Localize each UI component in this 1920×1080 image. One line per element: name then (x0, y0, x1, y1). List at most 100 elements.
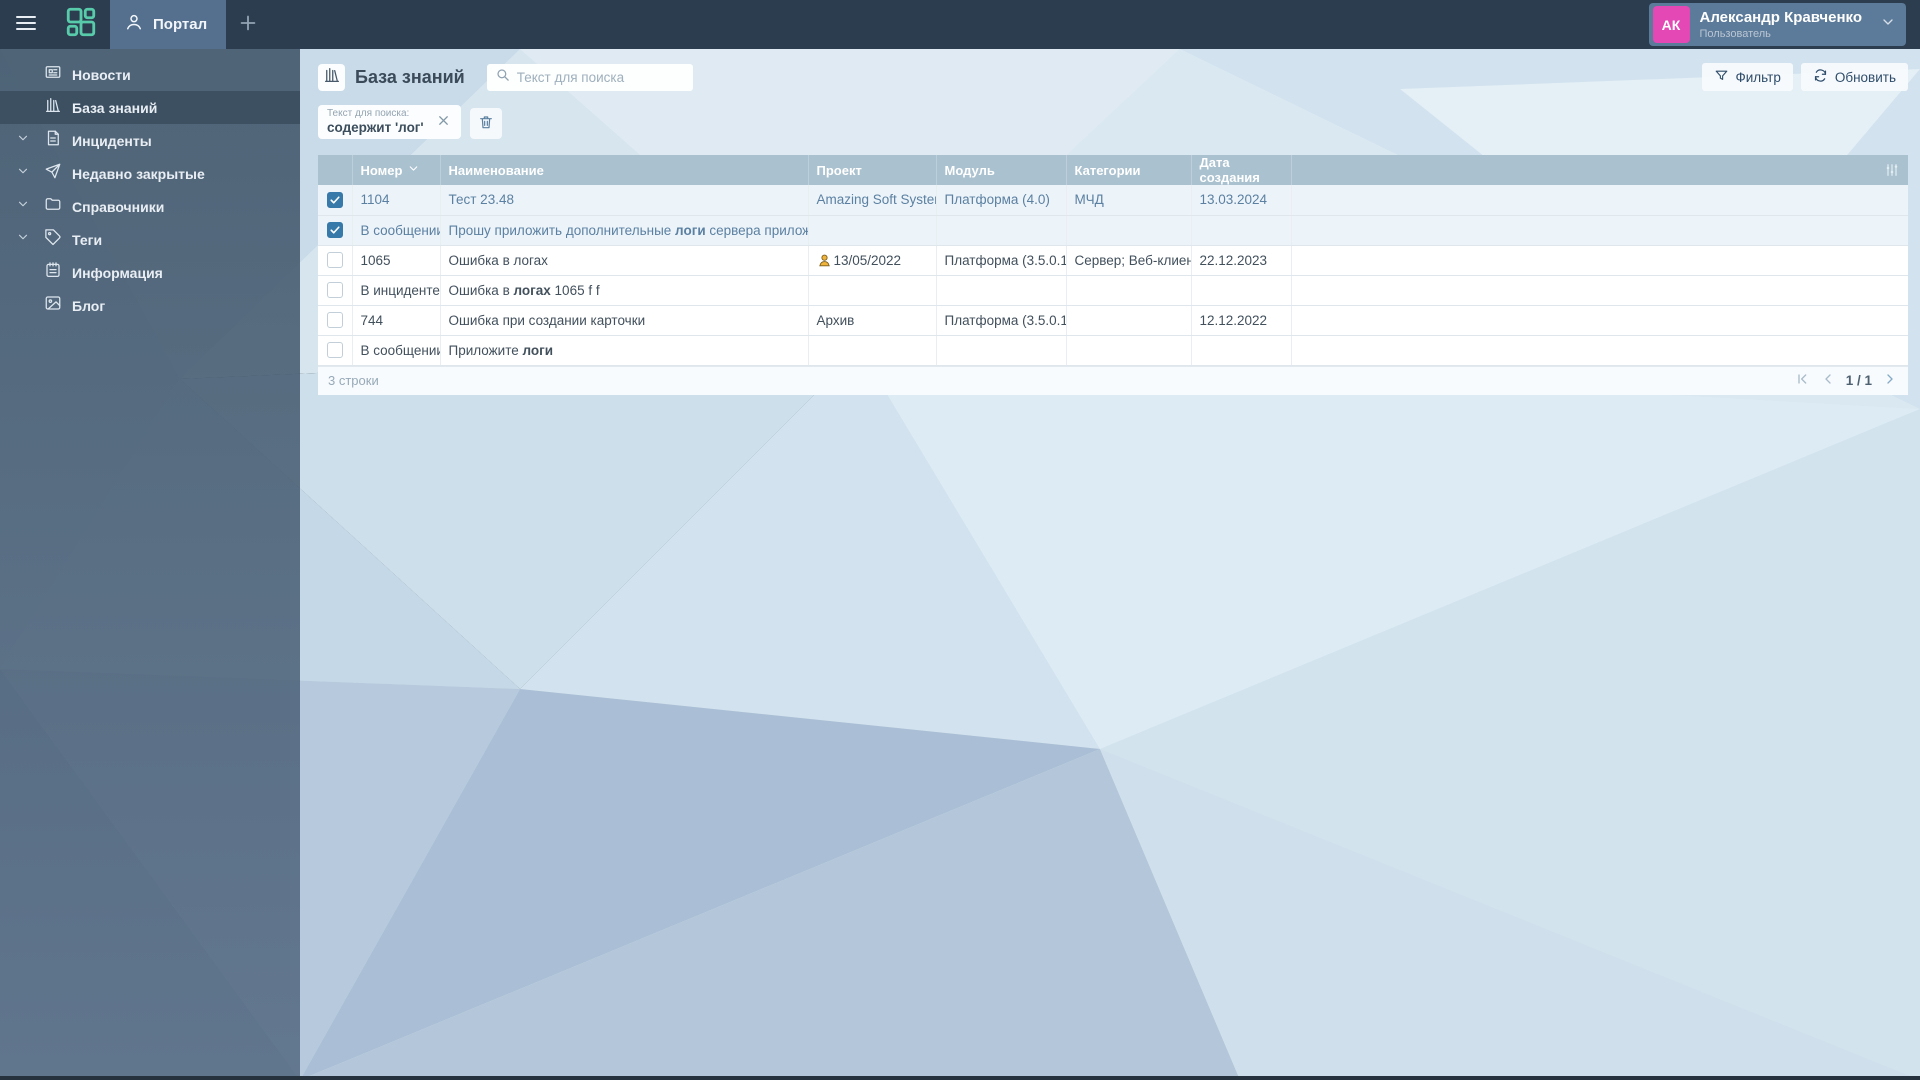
clear-filters-button[interactable] (470, 108, 502, 139)
column-header[interactable]: Проект (808, 155, 936, 185)
refresh-button-label: Обновить (1835, 70, 1896, 85)
filter-chip-text: Текст для поиска: содержит 'лог' (327, 108, 424, 135)
cell-created: 12.12.2022 (1191, 305, 1291, 335)
tab-portal[interactable]: Портал (110, 0, 226, 49)
results-table: НомерНаименованиеПроектМодульКатегорииДа… (318, 155, 1908, 366)
sidebar-item-directories[interactable]: Справочники (0, 190, 300, 223)
chevron-down-icon (16, 230, 30, 249)
row-checkbox[interactable] (327, 282, 343, 298)
column-settings-header (1291, 155, 1908, 185)
cell-number: В инциденте (352, 275, 440, 305)
main-menu-button[interactable] (0, 0, 52, 49)
person-gold-icon (817, 253, 832, 268)
cell-project (808, 275, 936, 305)
user-role: Пользователь (1700, 28, 1863, 40)
cell-empty (1291, 305, 1908, 335)
user-menu[interactable]: АК Александр Кравченко Пользователь (1649, 3, 1907, 46)
row-checkbox[interactable] (327, 252, 343, 268)
sidebar-item-knowledge-base[interactable]: База знаний (0, 91, 300, 124)
cell-created (1191, 275, 1291, 305)
cell-project (808, 335, 936, 365)
chevron-down-icon (16, 164, 30, 183)
table-row[interactable]: В сообщенииПриложите логи (318, 335, 1908, 365)
table-row[interactable]: В сообщенииПрошу приложить дополнительны… (318, 215, 1908, 245)
bottom-edge (0, 1076, 1920, 1080)
cell-number: 1065 (352, 245, 440, 275)
sidebar-item-recently-closed[interactable]: Недавно закрытые (0, 157, 300, 190)
column-header[interactable]: Наименование (440, 155, 808, 185)
user-info: Александр Кравченко Пользователь (1700, 9, 1863, 39)
chevron-down-icon (1880, 14, 1896, 35)
refresh-button[interactable]: Обновить (1801, 63, 1908, 91)
filter-button[interactable]: Фильтр (1702, 63, 1793, 91)
chevron-down-icon (16, 197, 30, 216)
filter-chip-label: Текст для поиска: (327, 108, 424, 119)
sidebar-item-label: Справочники (72, 199, 164, 215)
sidebar-item-tags[interactable]: Теги (0, 223, 300, 256)
search-input[interactable] (517, 70, 685, 85)
cell-name: Прошу приложить дополнительные логи серв… (440, 215, 808, 245)
row-checkbox[interactable] (327, 222, 343, 238)
hamburger-icon (14, 11, 38, 38)
cell-categories (1066, 275, 1191, 305)
trash-icon (478, 114, 494, 133)
first-page-icon (1794, 371, 1810, 390)
cell-categories (1066, 305, 1191, 335)
prev-page-button[interactable] (1820, 371, 1836, 390)
cell-project: Amazing Soft System (808, 185, 936, 215)
chevron-left-icon (1820, 371, 1836, 390)
next-page-button[interactable] (1882, 371, 1898, 390)
add-tab-button[interactable] (226, 0, 270, 49)
plus-icon (237, 12, 259, 37)
cell-name: Ошибка в логах 1065 f f (440, 275, 808, 305)
sidebar-item-incidents[interactable]: Инциденты (0, 124, 300, 157)
sidebar-item-blog[interactable]: Блог (0, 289, 300, 322)
table-row[interactable]: 1065Ошибка в логах13/05/2022Платформа (3… (318, 245, 1908, 275)
row-checkbox[interactable] (327, 312, 343, 328)
sidebar-item-label: Инциденты (72, 133, 152, 149)
cell-number: В сообщении (352, 215, 440, 245)
filter-chip-value: содержит 'лог' (327, 120, 424, 135)
column-header[interactable]: Категории (1066, 155, 1191, 185)
search-box[interactable] (487, 64, 693, 91)
topbar-spacer (270, 0, 1649, 49)
refresh-icon (1813, 68, 1828, 86)
cell-name: Ошибка при создании карточки (440, 305, 808, 335)
cell-created: 22.12.2023 (1191, 245, 1291, 275)
row-checkbox[interactable] (327, 192, 343, 208)
cell-project (808, 215, 936, 245)
cell-number: 744 (352, 305, 440, 335)
table-row[interactable]: 1104Тест 23.48Amazing Soft SystemПлатфор… (318, 185, 1908, 215)
file-text-icon (44, 129, 62, 152)
column-header[interactable]: Дата создания (1191, 155, 1291, 185)
sidebar-item-information[interactable]: Информация (0, 256, 300, 289)
chevron-right-icon (1882, 371, 1898, 390)
sidebar-item-news[interactable]: Новости (0, 58, 300, 91)
first-page-button[interactable] (1794, 371, 1810, 390)
funnel-icon (1714, 68, 1729, 86)
tag-icon (44, 228, 62, 251)
folder-icon (44, 195, 62, 218)
column-header[interactable]: Номер (352, 155, 440, 185)
cell-project: Архив (808, 305, 936, 335)
active-filters-row: Текст для поиска: содержит 'лог' (318, 105, 1908, 142)
results-table-card: НомерНаименованиеПроектМодульКатегорииДа… (318, 155, 1908, 395)
page-header: База знаний Фильтр Обновить (318, 62, 1908, 92)
app-window: Портал АК Александр Кравченко Пользовате… (0, 0, 1920, 1080)
close-icon (436, 113, 451, 131)
cell-module (936, 215, 1066, 245)
cell-empty (1291, 185, 1908, 215)
user-name: Александр Кравченко (1700, 9, 1863, 26)
newspaper-icon (44, 63, 62, 86)
table-row[interactable]: В инцидентеОшибка в логах 1065 f f (318, 275, 1908, 305)
library-icon (44, 96, 62, 119)
row-checkbox[interactable] (327, 342, 343, 358)
table-row[interactable]: 744Ошибка при создании карточкиАрхивПлат… (318, 305, 1908, 335)
row-count: 3 строки (328, 373, 379, 388)
filter-chip-remove-button[interactable] (434, 111, 453, 133)
select-all-column (318, 155, 352, 185)
cell-name: Ошибка в логах (440, 245, 808, 275)
sidebar-item-label: Недавно закрытые (72, 166, 205, 182)
column-header[interactable]: Модуль (936, 155, 1066, 185)
column-settings-button[interactable] (1884, 162, 1900, 178)
